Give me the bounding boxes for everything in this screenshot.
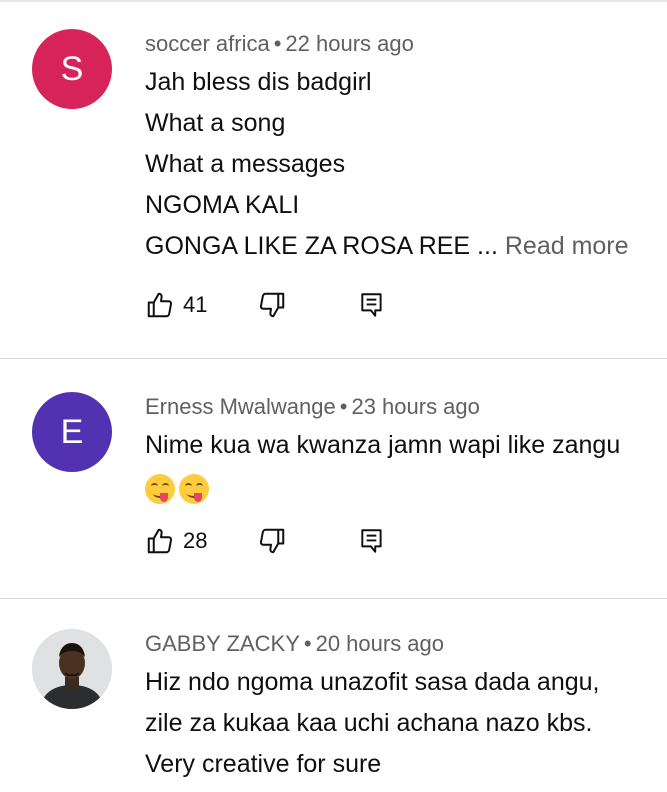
avatar[interactable]: E: [32, 392, 112, 472]
author-name[interactable]: Erness Mwalwange: [145, 394, 336, 419]
thumb-up-outline-icon: [147, 292, 173, 318]
avatar[interactable]: S: [32, 29, 112, 109]
comment-text: Jah bless dis badgirl What a song What a…: [145, 62, 667, 267]
avatar-letter: S: [60, 49, 84, 88]
reply-comment-icon: [361, 529, 382, 553]
comment-3: GABBY ZACKY • 20 hours ago Hiz ndo ngoma u…: [0, 599, 667, 791]
avatar-photo[interactable]: [32, 629, 112, 709]
like-count: 28: [183, 528, 208, 553]
user-photo-image: [32, 629, 112, 709]
comment-line: zile za kukaa kaa uchi achana nazo kbs.: [145, 709, 593, 737]
meta-separator: •: [339, 394, 348, 419]
comment-line-truncated: GONGA LIKE ZA ROSA REE ...: [145, 232, 498, 260]
author-name[interactable]: soccer africa: [145, 31, 270, 56]
like-count: 41: [183, 292, 208, 317]
like-button[interactable]: 28: [145, 521, 207, 561]
comment-time: 23 hours ago: [351, 394, 480, 419]
thumb-down-outline-icon: [259, 292, 285, 318]
reply-comment-icon: [361, 293, 382, 317]
comment-time: 20 hours ago: [315, 631, 445, 656]
comment-text: Hiz ndo ngoma unazofit sasa dada angu, z…: [145, 662, 667, 785]
reply-button[interactable]: [359, 521, 385, 561]
dislike-button[interactable]: [257, 521, 287, 561]
avatar-letter: E: [60, 412, 84, 451]
comment-meta: soccer africa • 22 hours ago: [145, 30, 667, 58]
like-button[interactable]: 41: [145, 285, 207, 325]
read-more-link[interactable]: Read more: [505, 232, 629, 260]
comment-line: Hiz ndo ngoma unazofit sasa dada angu,: [145, 668, 600, 696]
thumb-up-outline-icon: [147, 528, 173, 554]
emoji-line: [145, 466, 667, 511]
dislike-button[interactable]: [257, 285, 287, 325]
meta-separator: •: [273, 31, 282, 56]
comment-text: Nime kua wa kwanza jamn wapi like zangu: [145, 425, 667, 511]
comment-line: What a song: [145, 109, 286, 137]
thumb-down-outline-icon: [259, 528, 285, 554]
comment-2: E Erness Mwalwange • 23 hours ago Nime kua…: [0, 359, 667, 598]
comment-line: Jah bless dis badgirl: [145, 68, 372, 96]
comment-actions: 28: [145, 521, 667, 561]
savoring-food-emoji: [179, 474, 209, 505]
comment-line: Very creative for sure: [145, 750, 382, 778]
comment-meta: Erness Mwalwange • 23 hours ago: [145, 393, 667, 421]
comment-line: NGOMA KALI: [145, 191, 300, 219]
comment-line: Nime kua wa kwanza jamn wapi like zangu: [145, 431, 621, 459]
reply-button[interactable]: [359, 285, 385, 325]
comment-meta: GABBY ZACKY • 20 hours ago: [145, 630, 667, 658]
savoring-food-emoji: [145, 474, 175, 505]
meta-separator: •: [303, 631, 312, 656]
comment-line: What a messages: [145, 150, 346, 178]
author-name[interactable]: GABBY ZACKY: [145, 631, 300, 656]
comment-1: S soccer africa • 22 hours ago Jah bless d…: [0, 2, 667, 358]
comment-actions: 41: [145, 285, 667, 325]
comment-time: 22 hours ago: [285, 31, 414, 56]
comment-line: GONGA LIKE ZA ROSA REE ... Read more: [145, 226, 667, 267]
